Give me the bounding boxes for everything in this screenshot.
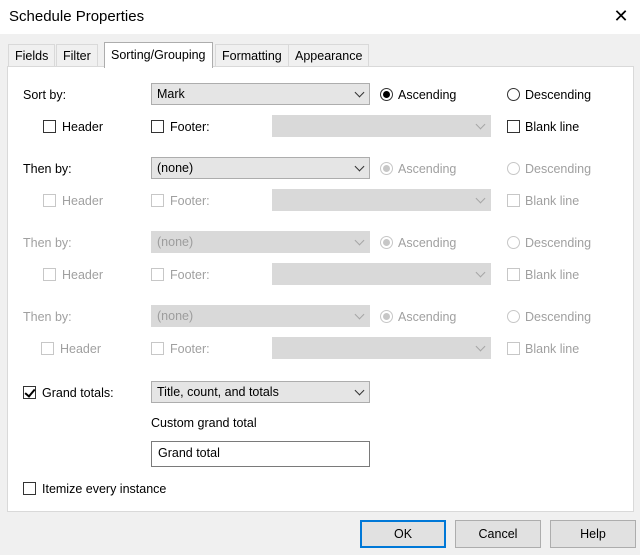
cancel-button[interactable]: Cancel — [455, 520, 541, 548]
then-by-2-label: Then by: — [23, 236, 72, 250]
grand-totals-label: Grand totals: — [42, 386, 114, 400]
then-by-2-footer-label: Footer: — [170, 268, 210, 282]
chevron-down-icon — [475, 341, 486, 352]
then-by-3-header-checkbox[interactable] — [41, 342, 54, 355]
then-by-1-ascending-label: Ascending — [398, 162, 457, 176]
chevron-down-icon — [354, 87, 365, 98]
then-by-1-header-label: Header — [62, 194, 103, 208]
then-by-2-blank-line-label: Blank line — [525, 268, 580, 282]
sort-by-header-label: Header — [62, 120, 103, 134]
sort-by-label: Sort by: — [23, 88, 67, 102]
then-by-1-label: Then by: — [23, 162, 72, 176]
then-by-1-footer-combo[interactable] — [272, 189, 491, 211]
chevron-down-icon — [475, 119, 486, 130]
ok-button[interactable]: OK — [360, 520, 446, 548]
then-by-2-header-label: Header — [62, 268, 103, 282]
window-title: Schedule Properties — [9, 8, 145, 25]
then-by-3-footer-label: Footer: — [170, 342, 210, 356]
then-by-1-ascending-radio[interactable] — [380, 162, 393, 175]
itemize-every-instance-label: Itemize every instance — [42, 482, 167, 496]
then-by-1-footer-checkbox[interactable] — [151, 194, 164, 207]
chevron-down-icon — [354, 161, 365, 172]
custom-grand-total-input[interactable]: Grand total — [151, 441, 370, 467]
custom-grand-total-label: Custom grand total — [151, 416, 257, 430]
sort-by-blank-line-label: Blank line — [525, 120, 580, 134]
then-by-2-footer-combo[interactable] — [272, 263, 491, 285]
sort-by-descending-radio[interactable] — [507, 88, 520, 101]
help-button[interactable]: Help — [550, 520, 636, 548]
grand-totals-value: Title, count, and totals — [157, 385, 279, 399]
then-by-1-descending-radio[interactable] — [507, 162, 520, 175]
tab-formatting[interactable]: Formatting — [215, 44, 289, 67]
then-by-2-descending-radio[interactable] — [507, 236, 520, 249]
tab-sorting-grouping[interactable]: Sorting/Grouping — [104, 42, 213, 68]
sort-by-value: Mark — [157, 87, 185, 101]
then-by-1-header-checkbox[interactable] — [43, 194, 56, 207]
then-by-3-label: Then by: — [23, 310, 72, 324]
then-by-2-ascending-radio[interactable] — [380, 236, 393, 249]
then-by-3-blank-line-label: Blank line — [525, 342, 580, 356]
then-by-2-blank-line-checkbox[interactable] — [507, 268, 520, 281]
then-by-2-header-checkbox[interactable] — [43, 268, 56, 281]
grand-totals-checkbox[interactable] — [23, 386, 36, 399]
then-by-3-ascending-label: Ascending — [398, 310, 457, 324]
then-by-2-value: (none) — [157, 235, 194, 249]
sort-by-ascending-radio[interactable] — [380, 88, 393, 101]
chevron-down-icon — [354, 235, 365, 246]
sort-by-footer-label: Footer: — [170, 120, 210, 134]
then-by-1-blank-line-label: Blank line — [525, 194, 580, 208]
then-by-3-blank-line-checkbox[interactable] — [507, 342, 520, 355]
tab-appearance[interactable]: Appearance — [288, 44, 370, 67]
then-by-2-ascending-label: Ascending — [398, 236, 457, 250]
chevron-down-icon — [354, 385, 365, 396]
then-by-3-footer-combo[interactable] — [272, 337, 491, 359]
sort-by-combo[interactable]: Mark — [151, 83, 370, 105]
then-by-1-descending-label: Descending — [525, 162, 592, 176]
close-icon[interactable]: ✕ — [606, 2, 636, 30]
then-by-1-combo[interactable]: (none) — [151, 157, 370, 179]
then-by-3-descending-radio[interactable] — [507, 310, 520, 323]
itemize-every-instance-checkbox[interactable] — [23, 482, 36, 495]
sort-by-descending-label: Descending — [525, 88, 592, 102]
then-by-1-value: (none) — [157, 161, 194, 175]
chevron-down-icon — [354, 309, 365, 320]
then-by-3-header-label: Header — [60, 342, 101, 356]
tab-filter[interactable]: Filter — [56, 44, 98, 67]
then-by-3-descending-label: Descending — [525, 310, 592, 324]
then-by-1-blank-line-checkbox[interactable] — [507, 194, 520, 207]
grand-totals-combo[interactable]: Title, count, and totals — [151, 381, 370, 403]
then-by-2-descending-label: Descending — [525, 236, 592, 250]
then-by-3-footer-checkbox[interactable] — [151, 342, 164, 355]
sort-by-ascending-label: Ascending — [398, 88, 457, 102]
chevron-down-icon — [475, 193, 486, 204]
sort-by-footer-checkbox[interactable] — [151, 120, 164, 133]
chevron-down-icon — [475, 267, 486, 278]
then-by-3-ascending-radio[interactable] — [380, 310, 393, 323]
sort-by-header-checkbox[interactable] — [43, 120, 56, 133]
tab-fields[interactable]: Fields — [8, 44, 56, 67]
sort-by-footer-combo[interactable] — [272, 115, 491, 137]
then-by-2-combo[interactable]: (none) — [151, 231, 370, 253]
then-by-3-combo[interactable]: (none) — [151, 305, 370, 327]
then-by-2-footer-checkbox[interactable] — [151, 268, 164, 281]
sort-by-blank-line-checkbox[interactable] — [507, 120, 520, 133]
then-by-3-value: (none) — [157, 309, 194, 323]
custom-grand-total-value: Grand total — [158, 446, 220, 460]
then-by-1-footer-label: Footer: — [170, 194, 210, 208]
